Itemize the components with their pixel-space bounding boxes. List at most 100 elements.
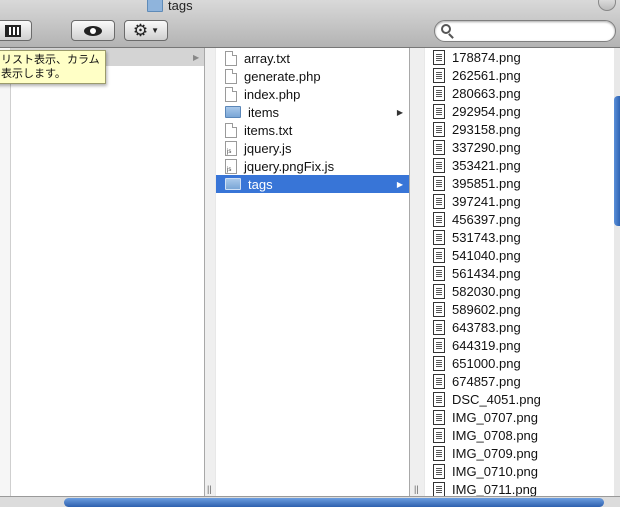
column-1[interactable] (0, 48, 205, 496)
resize-handle-icon[interactable]: || (207, 484, 212, 494)
js-file-icon: js (225, 158, 237, 174)
toolbar: tags ⚙ ▼ (0, 0, 620, 48)
file-item[interactable]: 644319.png (425, 336, 614, 354)
vertical-scrollbar[interactable] (614, 48, 620, 496)
item-label: IMG_0707.png (452, 409, 539, 425)
text-file-icon (225, 122, 237, 138)
image-file-icon (433, 193, 445, 209)
image-file-icon (433, 247, 445, 263)
image-file-icon (433, 337, 445, 353)
column-divider[interactable]: || (205, 48, 215, 496)
file-item[interactable]: 456397.png (425, 210, 614, 228)
file-item[interactable]: 397241.png (425, 192, 614, 210)
file-item[interactable]: IMG_0710.png (425, 462, 614, 480)
item-label: 337290.png (452, 139, 521, 155)
item-label: 643783.png (452, 319, 521, 335)
tooltip-line: 表示します。 (1, 68, 66, 80)
column-2[interactable]: array.txt generate.php index.php items ▶ item… (216, 48, 410, 496)
resize-handle-icon[interactable]: || (414, 484, 419, 494)
file-item[interactable]: 541040.png (425, 246, 614, 264)
file-item[interactable]: 561434.png (425, 264, 614, 282)
image-file-icon (433, 103, 445, 119)
file-item[interactable]: 582030.png (425, 282, 614, 300)
tooltip-line: リスト表示、カラム (1, 54, 100, 66)
horizontal-scrollbar[interactable] (0, 496, 620, 507)
file-item[interactable]: 292954.png (425, 102, 614, 120)
image-file-icon (433, 139, 445, 155)
item-label: items (248, 104, 280, 120)
image-file-icon (433, 283, 445, 299)
file-item[interactable]: array.txt (216, 49, 409, 67)
column-3[interactable]: 178874.png 262561.png 280663.png 292954.png… (425, 48, 614, 496)
window-title: tags (147, 0, 193, 13)
folder-icon (147, 0, 163, 12)
file-item[interactable]: 531743.png (425, 228, 614, 246)
column-view-icon (5, 24, 21, 37)
item-label: jquery.js (244, 140, 292, 156)
file-item[interactable]: 353421.png (425, 156, 614, 174)
item-label: 582030.png (452, 283, 521, 299)
item-label: generate.php (244, 68, 321, 84)
file-list: 178874.png 262561.png 280663.png 292954.png… (425, 48, 614, 496)
file-item[interactable]: 651000.png (425, 354, 614, 372)
file-item[interactable]: 674857.png (425, 372, 614, 390)
item-label: DSC_4051.png (452, 391, 541, 407)
folder-icon (225, 106, 241, 118)
sidebar-edge (0, 48, 11, 496)
file-item[interactable]: DSC_4051.png (425, 390, 614, 408)
item-label: 395851.png (452, 175, 521, 191)
file-item[interactable]: 589602.png (425, 300, 614, 318)
file-item[interactable]: 293158.png (425, 120, 614, 138)
window-title-text: tags (168, 0, 193, 13)
file-item[interactable]: IMG_0707.png (425, 408, 614, 426)
image-file-icon (433, 445, 445, 461)
image-file-icon (433, 319, 445, 335)
file-item[interactable]: js jquery.pngFix.js (216, 157, 409, 175)
item-label: tags (248, 176, 273, 192)
file-item[interactable]: IMG_0711.png (425, 480, 614, 496)
file-item[interactable]: items.txt (216, 121, 409, 139)
file-list: array.txt generate.php index.php items ▶ item… (216, 48, 409, 193)
image-file-icon (433, 49, 445, 65)
item-label: 293158.png (452, 121, 521, 137)
file-item[interactable]: 178874.png (425, 48, 614, 66)
column-divider[interactable]: || (410, 48, 424, 496)
js-file-icon: js (225, 140, 237, 156)
item-label: 280663.png (452, 85, 521, 101)
file-item[interactable]: IMG_0709.png (425, 444, 614, 462)
quick-look-button[interactable] (71, 20, 115, 41)
item-label: 541040.png (452, 247, 521, 263)
item-label: 292954.png (452, 103, 521, 119)
item-label: 674857.png (452, 373, 521, 389)
item-label: 397241.png (452, 193, 521, 209)
item-label: array.txt (244, 50, 290, 66)
image-file-icon (433, 229, 445, 245)
item-label: IMG_0708.png (452, 427, 539, 443)
image-file-icon (433, 157, 445, 173)
column-view-button[interactable] (0, 20, 32, 41)
image-file-icon (433, 373, 445, 389)
folder-item[interactable]: tags ▶ (216, 175, 409, 193)
action-button[interactable]: ⚙ ▼ (124, 20, 168, 41)
text-file-icon (225, 68, 237, 84)
image-file-icon (433, 67, 445, 83)
file-item[interactable]: generate.php (216, 67, 409, 85)
item-label: IMG_0709.png (452, 445, 539, 461)
file-item[interactable]: 280663.png (425, 84, 614, 102)
file-item[interactable]: 643783.png (425, 318, 614, 336)
file-item[interactable]: 262561.png (425, 66, 614, 84)
file-item[interactable]: IMG_0708.png (425, 426, 614, 444)
file-item[interactable]: 337290.png (425, 138, 614, 156)
file-item[interactable]: 395851.png (425, 174, 614, 192)
image-file-icon (433, 175, 445, 191)
toolbar-toggle-button[interactable] (598, 0, 616, 11)
scroll-thumb[interactable] (614, 96, 620, 226)
search-input[interactable] (457, 23, 611, 41)
image-file-icon (433, 121, 445, 137)
file-item[interactable]: index.php (216, 85, 409, 103)
folder-item[interactable]: items ▶ (216, 103, 409, 121)
search-field[interactable] (434, 20, 616, 42)
file-item[interactable]: js jquery.js (216, 139, 409, 157)
gear-icon: ⚙ (132, 21, 149, 40)
item-label: 561434.png (452, 265, 521, 281)
